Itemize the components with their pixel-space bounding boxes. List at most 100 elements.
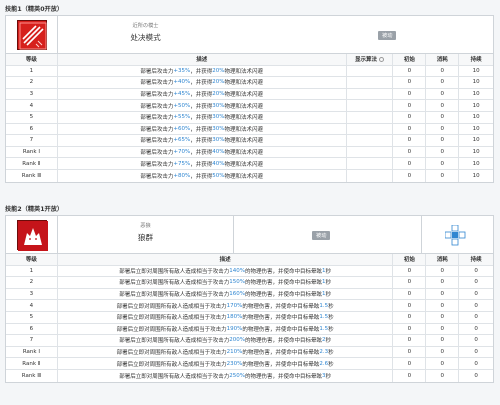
desc-text: 部署后立即对周围所有敌人造成相当于攻击力 xyxy=(119,292,230,299)
table-row: Rank Ⅲ 部署后立即对周围所有敌人造成相当于攻击力 250% 的物理伤害，并使命中… xyxy=(6,369,493,382)
show-algo-cell xyxy=(347,111,394,123)
dur-cell: 0 xyxy=(474,279,478,286)
desc-value: +70% xyxy=(173,149,191,156)
desc-value: 1.5 xyxy=(319,325,329,332)
dur-cell: 0 xyxy=(474,314,478,321)
description-cell: 部署后立即对周围所有敌人造成相当于攻击力 230% 的物理伤害，并使命中目标晕眩 2.… xyxy=(58,358,394,369)
level-cell: 3 xyxy=(6,288,58,300)
skill2-icon-cell xyxy=(6,216,58,254)
cost-cell: 0 xyxy=(426,100,460,111)
init-cell: 0 xyxy=(393,111,427,123)
desc-text: 秒 xyxy=(328,361,334,368)
desc-text: 秒 xyxy=(325,373,331,380)
level-cell: 5 xyxy=(6,111,58,123)
desc-text: ，并获得 xyxy=(190,173,213,180)
dur-cell: 0 xyxy=(474,267,478,274)
desc-text: 秒 xyxy=(328,350,334,357)
init-cell: 0 xyxy=(393,88,427,100)
col-init-header: 初始 xyxy=(393,254,427,265)
desc-text: 部署后立即对周围所有敌人造成相当于攻击力 xyxy=(116,303,227,310)
desc-text: ，并获得 xyxy=(190,161,213,168)
show-algo-cell xyxy=(347,135,394,146)
desc-text: 部署后立即对周围所有敌人造成相当于攻击力 xyxy=(119,338,230,345)
show-algo-cell xyxy=(347,77,394,88)
desc-text: 秒 xyxy=(328,303,334,310)
skill1-header: 近所の模士 处决模式 被动 xyxy=(6,16,493,54)
init-cell: 0 xyxy=(393,277,427,288)
skill2-name: 狼群 xyxy=(137,233,154,242)
desc-value: +65% xyxy=(173,137,191,144)
desc-value: 40% xyxy=(212,149,225,156)
show-algo-cell xyxy=(347,100,394,111)
desc-value: 170% xyxy=(226,302,243,309)
col-show-algo-header[interactable]: 显示算法 xyxy=(347,54,394,65)
cost-cell: 0 xyxy=(426,300,460,311)
show-algo-cell xyxy=(347,158,394,169)
desc-text: 物理和法术闪避 xyxy=(224,150,264,157)
desc-value: +60% xyxy=(173,125,191,132)
desc-text: 物理和法术闪避 xyxy=(224,126,264,133)
dur-cell: 0 xyxy=(474,302,478,309)
desc-value: +55% xyxy=(173,114,191,121)
show-algo-cell xyxy=(347,88,394,100)
skill1-panel: 近所の模士 处决模式 被动 等级 描述 显示算法 初始 消耗 持续 1 部署后攻击… xyxy=(5,15,494,183)
col-level-header: 等级 xyxy=(6,54,58,65)
desc-text: 部署后攻击力 xyxy=(140,68,174,75)
skill1-passive-tag: 被动 xyxy=(378,31,397,40)
desc-text: 的物理伤害，并使命中目标晕眩 xyxy=(244,373,322,380)
skill1-name-cell: 近所の模士 处决模式 xyxy=(58,16,233,54)
level-cell: 2 xyxy=(6,77,58,88)
desc-text: ，并获得 xyxy=(190,115,213,122)
desc-text: ，并获得 xyxy=(190,150,213,157)
desc-value: 190% xyxy=(226,325,243,332)
init-cell: 0 xyxy=(393,65,427,77)
init-cell: 0 xyxy=(393,146,427,158)
desc-value: 20% xyxy=(212,67,225,74)
cost-cell: 0 xyxy=(426,288,460,300)
desc-value: +35% xyxy=(173,67,191,74)
dur-cell: 10 xyxy=(472,114,480,121)
table-row: 6 部署后攻击力 +60% ，并获得 30% 物理和法术闪避 0 0 10 xyxy=(6,123,493,136)
dur-cell: 0 xyxy=(474,372,478,379)
cost-cell: 0 xyxy=(426,277,460,288)
desc-value: 200% xyxy=(229,337,245,344)
description-cell: 部署后立即对周围所有敌人造成相当于攻击力 140% 的物理伤害，并使命中目标晕眩 1 秒 xyxy=(58,265,394,277)
header-divider xyxy=(421,216,422,254)
init-cell: 0 xyxy=(393,100,427,111)
desc-text: 物理和法术闪避 xyxy=(224,103,264,110)
desc-text: 秒 xyxy=(325,292,331,299)
desc-text: 的物理伤害，并使命中目标晕眩 xyxy=(242,326,320,333)
checkbox-icon[interactable] xyxy=(379,56,385,62)
table-row: Rank Ⅰ 部署后立即对周围所有敌人造成相当于攻击力 210% 的物理伤害，并使命中… xyxy=(6,346,493,359)
desc-text: 物理和法术闪避 xyxy=(224,92,264,99)
desc-text: 部署后攻击力 xyxy=(140,173,174,180)
desc-value: 50% xyxy=(212,172,225,179)
desc-text: 部署后攻击力 xyxy=(140,103,174,110)
col-cost-header: 消耗 xyxy=(426,254,460,265)
skill2-table: 等级 描述 初始 消耗 持续 1 部署后立即对周围所有敌人造成相当于攻击力 140%… xyxy=(6,254,493,382)
cost-cell: 0 xyxy=(426,265,460,277)
desc-text: ，并获得 xyxy=(190,80,213,87)
desc-value: 150% xyxy=(229,279,245,286)
skill2-name-cell: 恶狼 狼群 xyxy=(58,216,233,254)
table-row: Rank Ⅱ 部署后立即对周围所有敌人造成相当于攻击力 230% 的物理伤害，并使命中… xyxy=(6,358,493,370)
cost-cell: 0 xyxy=(426,135,460,146)
skill1-name-sub: 近所の模士 xyxy=(132,23,159,29)
init-cell: 0 xyxy=(393,288,427,300)
init-cell: 0 xyxy=(393,346,427,358)
level-cell: 1 xyxy=(6,265,58,277)
level-cell: 1 xyxy=(6,65,58,77)
desc-text: 部署后立即对周围所有敌人造成相当于攻击力 xyxy=(116,315,227,322)
desc-text: 物理和法术闪避 xyxy=(224,138,264,145)
table-row: Rank Ⅰ 部署后攻击力 +70% ，并获得 40% 物理和法术闪避 0 0 10 xyxy=(6,146,493,159)
cost-cell: 0 xyxy=(426,123,460,135)
col-cost-header: 消耗 xyxy=(426,54,460,65)
desc-text: 的物理伤害，并使命中目标晕眩 xyxy=(242,361,320,368)
desc-text: 物理和法术闪避 xyxy=(224,173,264,180)
description-cell: 部署后攻击力 +50% ，并获得 30% 物理和法术闪避 xyxy=(58,100,347,111)
desc-text: ，并获得 xyxy=(190,103,213,110)
desc-text: 的物理伤害，并使命中目标晕眩 xyxy=(244,280,322,287)
init-cell: 0 xyxy=(393,265,427,277)
desc-text: 物理和法术闪避 xyxy=(224,115,264,122)
table-row: 5 部署后攻击力 +55% ，并获得 30% 物理和法术闪避 0 0 10 xyxy=(6,111,493,124)
